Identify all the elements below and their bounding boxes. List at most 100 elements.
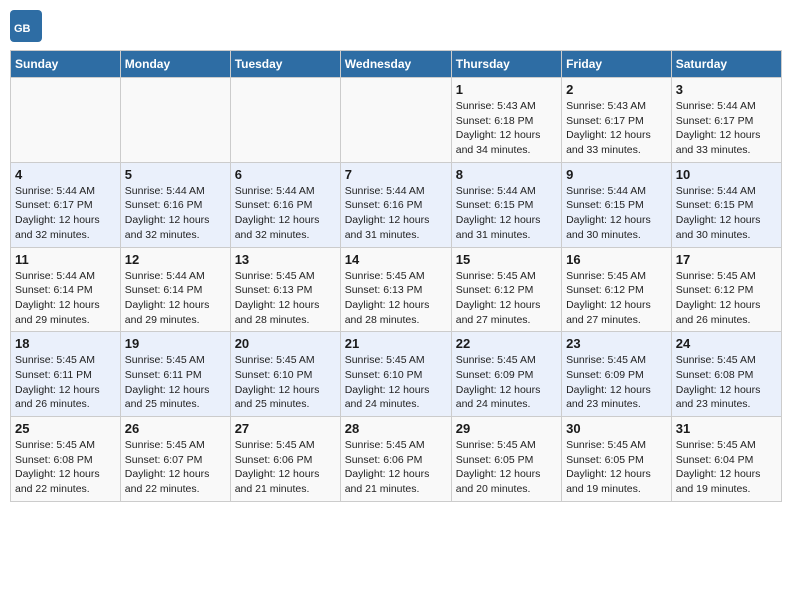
calendar-cell: 5 Sunrise: 5:44 AM Sunset: 6:16 PM Daylig… <box>120 162 230 247</box>
header-friday: Friday <box>562 51 672 78</box>
day-info: Sunrise: 5:45 AM Sunset: 6:11 PM Dayligh… <box>15 353 116 412</box>
calendar-week-1: 1Sunrise: 5:43 AM Sunset: 6:18 PM Daylig… <box>11 78 782 163</box>
day-number: 2 <box>566 82 667 97</box>
day-info: Sunrise: 5:44 AM Sunset: 6:15 PM Dayligh… <box>456 184 557 243</box>
calendar-cell: 28 Sunrise: 5:45 AM Sunset: 6:06 PM Dayli… <box>340 417 451 502</box>
day-number: 12 <box>125 252 226 267</box>
calendar-cell: 17Sunrise: 5:45 AM Sunset: 6:12 PM Dayli… <box>671 247 781 332</box>
calendar-week-4: 18Sunrise: 5:45 AM Sunset: 6:11 PM Dayli… <box>11 332 782 417</box>
day-info: Sunrise: 5:44 AM Sunset: 6:16 PM Dayligh… <box>345 184 447 243</box>
calendar-cell: 12 Sunrise: 5:44 AM Sunset: 6:14 PM Dayli… <box>120 247 230 332</box>
day-info: Sunrise: 5:44 AM Sunset: 6:17 PM Dayligh… <box>676 99 777 158</box>
calendar-cell: 27 Sunrise: 5:45 AM Sunset: 6:06 PM Dayli… <box>230 417 340 502</box>
day-info: Sunrise: 5:45 AM Sunset: 6:07 PM Dayligh… <box>125 438 226 497</box>
calendar-cell: 2 Sunrise: 5:43 AM Sunset: 6:17 PM Daylig… <box>562 78 672 163</box>
calendar-cell: 18Sunrise: 5:45 AM Sunset: 6:11 PM Dayli… <box>11 332 121 417</box>
calendar-cell: 4 Sunrise: 5:44 AM Sunset: 6:17 PM Daylig… <box>11 162 121 247</box>
day-info: Sunrise: 5:45 AM Sunset: 6:05 PM Dayligh… <box>456 438 557 497</box>
logo-icon: GB <box>10 10 42 42</box>
day-number: 21 <box>345 336 447 351</box>
day-info: Sunrise: 5:44 AM Sunset: 6:14 PM Dayligh… <box>15 269 116 328</box>
day-number: 30 <box>566 421 667 436</box>
calendar-cell <box>120 78 230 163</box>
day-number: 22 <box>456 336 557 351</box>
calendar-cell: 19Sunrise: 5:45 AM Sunset: 6:11 PM Dayli… <box>120 332 230 417</box>
header-wednesday: Wednesday <box>340 51 451 78</box>
day-info: Sunrise: 5:44 AM Sunset: 6:16 PM Dayligh… <box>235 184 336 243</box>
day-info: Sunrise: 5:45 AM Sunset: 6:12 PM Dayligh… <box>566 269 667 328</box>
calendar-table: SundayMondayTuesdayWednesdayThursdayFrid… <box>10 50 782 502</box>
header-thursday: Thursday <box>451 51 561 78</box>
day-number: 27 <box>235 421 336 436</box>
day-number: 3 <box>676 82 777 97</box>
day-info: Sunrise: 5:43 AM Sunset: 6:17 PM Dayligh… <box>566 99 667 158</box>
day-info: Sunrise: 5:45 AM Sunset: 6:13 PM Dayligh… <box>345 269 447 328</box>
day-info: Sunrise: 5:44 AM Sunset: 6:16 PM Dayligh… <box>125 184 226 243</box>
day-info: Sunrise: 5:43 AM Sunset: 6:18 PM Dayligh… <box>456 99 557 158</box>
calendar-cell: 1Sunrise: 5:43 AM Sunset: 6:18 PM Daylig… <box>451 78 561 163</box>
calendar-cell: 6 Sunrise: 5:44 AM Sunset: 6:16 PM Daylig… <box>230 162 340 247</box>
calendar-cell: 16Sunrise: 5:45 AM Sunset: 6:12 PM Dayli… <box>562 247 672 332</box>
day-info: Sunrise: 5:45 AM Sunset: 6:06 PM Dayligh… <box>345 438 447 497</box>
header-tuesday: Tuesday <box>230 51 340 78</box>
calendar-cell: 9 Sunrise: 5:44 AM Sunset: 6:15 PM Daylig… <box>562 162 672 247</box>
calendar-cell <box>340 78 451 163</box>
day-info: Sunrise: 5:44 AM Sunset: 6:17 PM Dayligh… <box>15 184 116 243</box>
calendar-week-5: 25Sunrise: 5:45 AM Sunset: 6:08 PM Dayli… <box>11 417 782 502</box>
day-info: Sunrise: 5:45 AM Sunset: 6:05 PM Dayligh… <box>566 438 667 497</box>
calendar-week-3: 11 Sunrise: 5:44 AM Sunset: 6:14 PM Dayli… <box>11 247 782 332</box>
header-sunday: Sunday <box>11 51 121 78</box>
calendar-cell: 21 Sunrise: 5:45 AM Sunset: 6:10 PM Dayli… <box>340 332 451 417</box>
day-number: 26 <box>125 421 226 436</box>
calendar-cell: 3 Sunrise: 5:44 AM Sunset: 6:17 PM Daylig… <box>671 78 781 163</box>
day-info: Sunrise: 5:45 AM Sunset: 6:08 PM Dayligh… <box>676 353 777 412</box>
day-number: 31 <box>676 421 777 436</box>
day-number: 9 <box>566 167 667 182</box>
calendar-cell: 26 Sunrise: 5:45 AM Sunset: 6:07 PM Dayli… <box>120 417 230 502</box>
day-info: Sunrise: 5:45 AM Sunset: 6:10 PM Dayligh… <box>345 353 447 412</box>
calendar-cell: 8 Sunrise: 5:44 AM Sunset: 6:15 PM Daylig… <box>451 162 561 247</box>
calendar-cell: 29 Sunrise: 5:45 AM Sunset: 6:05 PM Dayli… <box>451 417 561 502</box>
header-monday: Monday <box>120 51 230 78</box>
day-number: 6 <box>235 167 336 182</box>
day-info: Sunrise: 5:45 AM Sunset: 6:10 PM Dayligh… <box>235 353 336 412</box>
day-number: 10 <box>676 167 777 182</box>
day-info: Sunrise: 5:44 AM Sunset: 6:15 PM Dayligh… <box>566 184 667 243</box>
day-number: 4 <box>15 167 116 182</box>
day-number: 25 <box>15 421 116 436</box>
day-info: Sunrise: 5:45 AM Sunset: 6:04 PM Dayligh… <box>676 438 777 497</box>
day-number: 15 <box>456 252 557 267</box>
day-number: 11 <box>15 252 116 267</box>
day-number: 17 <box>676 252 777 267</box>
calendar-cell: 11 Sunrise: 5:44 AM Sunset: 6:14 PM Dayli… <box>11 247 121 332</box>
calendar-week-2: 4 Sunrise: 5:44 AM Sunset: 6:17 PM Daylig… <box>11 162 782 247</box>
calendar-cell <box>11 78 121 163</box>
day-number: 7 <box>345 167 447 182</box>
calendar-cell: 22 Sunrise: 5:45 AM Sunset: 6:09 PM Dayli… <box>451 332 561 417</box>
svg-text:GB: GB <box>14 23 31 35</box>
day-info: Sunrise: 5:44 AM Sunset: 6:15 PM Dayligh… <box>676 184 777 243</box>
day-number: 28 <box>345 421 447 436</box>
day-info: Sunrise: 5:45 AM Sunset: 6:06 PM Dayligh… <box>235 438 336 497</box>
day-number: 29 <box>456 421 557 436</box>
day-number: 24 <box>676 336 777 351</box>
calendar-cell <box>230 78 340 163</box>
calendar-cell: 10 Sunrise: 5:44 AM Sunset: 6:15 PM Dayli… <box>671 162 781 247</box>
calendar-cell: 30 Sunrise: 5:45 AM Sunset: 6:05 PM Dayli… <box>562 417 672 502</box>
calendar-cell: 20Sunrise: 5:45 AM Sunset: 6:10 PM Dayli… <box>230 332 340 417</box>
day-info: Sunrise: 5:44 AM Sunset: 6:14 PM Dayligh… <box>125 269 226 328</box>
day-info: Sunrise: 5:45 AM Sunset: 6:12 PM Dayligh… <box>456 269 557 328</box>
calendar-cell: 24 Sunrise: 5:45 AM Sunset: 6:08 PM Dayli… <box>671 332 781 417</box>
day-number: 8 <box>456 167 557 182</box>
day-number: 23 <box>566 336 667 351</box>
day-info: Sunrise: 5:45 AM Sunset: 6:13 PM Dayligh… <box>235 269 336 328</box>
calendar-cell: 13 Sunrise: 5:45 AM Sunset: 6:13 PM Dayli… <box>230 247 340 332</box>
day-number: 13 <box>235 252 336 267</box>
day-info: Sunrise: 5:45 AM Sunset: 6:09 PM Dayligh… <box>566 353 667 412</box>
calendar-cell: 25Sunrise: 5:45 AM Sunset: 6:08 PM Dayli… <box>11 417 121 502</box>
day-info: Sunrise: 5:45 AM Sunset: 6:09 PM Dayligh… <box>456 353 557 412</box>
day-number: 5 <box>125 167 226 182</box>
calendar-cell: 31 Sunrise: 5:45 AM Sunset: 6:04 PM Dayli… <box>671 417 781 502</box>
day-number: 19 <box>125 336 226 351</box>
logo: GB <box>10 10 46 42</box>
